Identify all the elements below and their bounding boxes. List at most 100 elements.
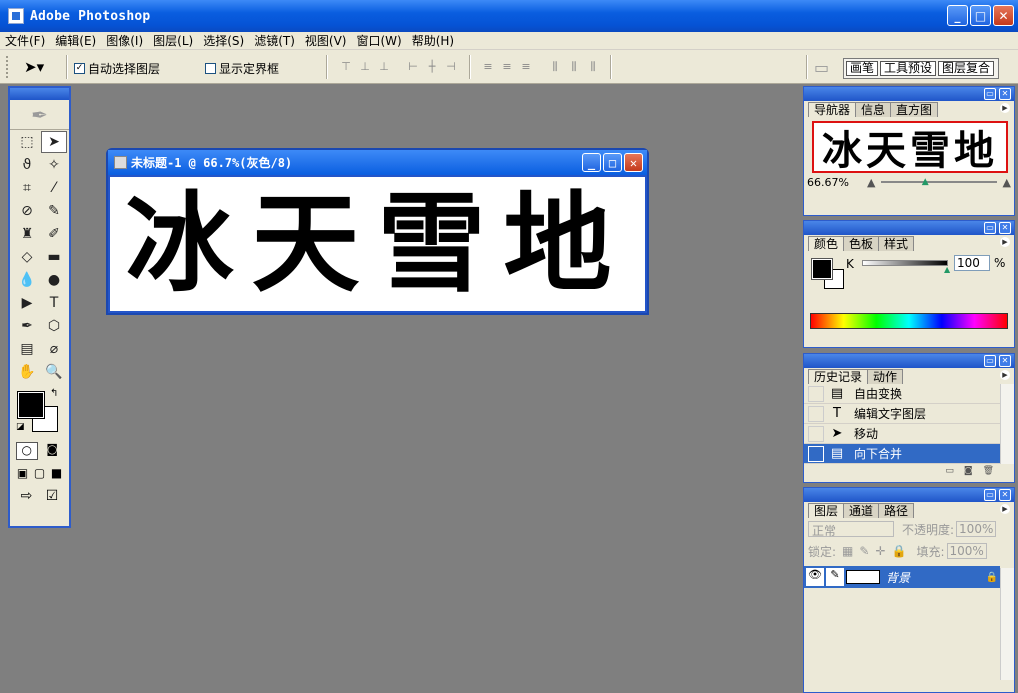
history-brush-tool-icon[interactable]: ✐: [41, 223, 67, 245]
swap-colors-icon[interactable]: ↰: [50, 388, 58, 399]
lasso-tool-icon[interactable]: ϑ: [14, 154, 40, 176]
panel-menu-icon[interactable]: ▶: [1000, 237, 1010, 247]
eraser-tool-icon[interactable]: ◇: [14, 246, 40, 268]
layer-brush-icon[interactable]: ✎: [826, 568, 844, 586]
lock-transparent-icon[interactable]: ▦: [842, 544, 853, 558]
file-browser-icon[interactable]: ▭: [814, 58, 829, 77]
distribute-bottom-icon[interactable]: ≡: [518, 60, 534, 74]
navigator-thumbnail[interactable]: 冰天雪地: [812, 121, 1008, 174]
eyedropper-tool-icon[interactable]: ⌀: [41, 338, 67, 360]
brush-tool-icon[interactable]: ✎: [41, 200, 67, 222]
history-item[interactable]: ➤ 移动: [804, 424, 1014, 444]
tab-styles[interactable]: 样式: [878, 236, 915, 251]
align-bottom-icon[interactable]: ⊥: [376, 60, 392, 74]
tab-channels[interactable]: 通道: [843, 503, 880, 518]
clone-stamp-tool-icon[interactable]: ♜: [14, 223, 40, 245]
tab-layers[interactable]: 图层: [808, 503, 845, 518]
tab-info[interactable]: 信息: [855, 102, 892, 117]
well-brushes[interactable]: 画笔: [846, 61, 879, 76]
doc-close-button[interactable]: ✕: [624, 153, 643, 172]
lock-image-icon[interactable]: ✎: [859, 544, 869, 558]
history-panel-header[interactable]: ▭ ✕: [804, 354, 1014, 368]
gradient-tool-icon[interactable]: ▬: [41, 246, 67, 268]
feather-logo-icon[interactable]: ✒: [10, 100, 69, 130]
imageready-icon[interactable]: ☑: [46, 488, 59, 504]
blend-mode-select[interactable]: 正常: [808, 521, 894, 538]
maximize-button[interactable]: □: [970, 5, 991, 26]
slice-tool-icon[interactable]: ⁄: [41, 177, 67, 199]
panel-menu-icon[interactable]: ▶: [1000, 103, 1010, 113]
panel-close-button[interactable]: ✕: [999, 88, 1011, 100]
menu-edit[interactable]: 编辑(E): [50, 32, 101, 49]
minimize-button[interactable]: _: [947, 5, 968, 26]
distribute-top-icon[interactable]: ≡: [480, 60, 496, 74]
navigator-zoom-field[interactable]: 66.67%: [807, 176, 861, 189]
zoom-tool-icon[interactable]: 🔍: [41, 361, 67, 383]
k-slider-thumb-icon[interactable]: ▲: [944, 265, 950, 274]
lock-position-icon[interactable]: ✛: [875, 544, 885, 558]
tab-swatches[interactable]: 色板: [843, 236, 880, 251]
opacity-field[interactable]: 100%: [956, 521, 997, 537]
hand-tool-icon[interactable]: ✋: [14, 361, 40, 383]
doc-maximize-button[interactable]: □: [603, 153, 622, 172]
auto-select-checkbox[interactable]: ✓ 自动选择图层: [74, 60, 160, 77]
history-item[interactable]: ▤ 自由变换: [804, 384, 1014, 404]
panel-minimize-button[interactable]: ▭: [984, 489, 996, 501]
quick-mask-icon[interactable]: ◙: [41, 442, 63, 460]
tab-paths[interactable]: 路径: [878, 503, 915, 518]
standard-mode-icon[interactable]: ○: [15, 442, 38, 460]
menu-window[interactable]: 窗口(W): [351, 32, 406, 49]
foreground-color-swatch[interactable]: [17, 391, 45, 419]
history-item-active[interactable]: ▤ 向下合并: [804, 444, 1014, 464]
zoom-out-icon[interactable]: ▲: [867, 176, 875, 189]
history-scrollbar[interactable]: [1000, 384, 1014, 464]
screen-mode-full-icon[interactable]: ■: [51, 466, 62, 480]
distribute-left-icon[interactable]: ⫼: [547, 60, 563, 74]
panel-minimize-button[interactable]: ▭: [984, 355, 996, 367]
tab-actions[interactable]: 动作: [867, 369, 904, 384]
tab-navigator[interactable]: 导航器: [808, 102, 857, 117]
layer-visibility-eye-icon[interactable]: 👁: [806, 568, 824, 586]
document-canvas[interactable]: 冰天雪地: [110, 177, 645, 311]
new-document-from-state-icon[interactable]: ▭: [945, 466, 954, 476]
k-slider[interactable]: [862, 260, 948, 266]
new-snapshot-icon[interactable]: ◙: [964, 466, 973, 476]
well-layer-comps[interactable]: 图层复合: [938, 61, 995, 76]
crop-tool-icon[interactable]: ⌗: [14, 177, 40, 199]
options-grip[interactable]: [6, 56, 12, 78]
lock-all-icon[interactable]: 🔒: [892, 544, 907, 558]
show-bounds-checkbox[interactable]: 显示定界框: [205, 60, 279, 77]
align-left-icon[interactable]: ⊢: [405, 60, 421, 74]
toolbox-header[interactable]: [10, 88, 69, 100]
layers-panel-header[interactable]: ▭ ✕: [804, 488, 1014, 502]
menu-help[interactable]: 帮助(H): [407, 32, 459, 49]
panel-minimize-button[interactable]: ▭: [984, 222, 996, 234]
panel-minimize-button[interactable]: ▭: [984, 88, 996, 100]
color-ramp[interactable]: [810, 313, 1008, 329]
history-item[interactable]: T 编辑文字图层: [804, 404, 1014, 424]
color-panel-header[interactable]: ▭ ✕: [804, 221, 1014, 235]
magic-wand-tool-icon[interactable]: ✧: [41, 154, 67, 176]
screen-mode-full-menu-icon[interactable]: ▢: [34, 466, 45, 480]
panel-menu-icon[interactable]: ▶: [1000, 370, 1010, 380]
marquee-tool-icon[interactable]: ⬚: [14, 131, 40, 153]
menu-select[interactable]: 选择(S): [198, 32, 249, 49]
document-titlebar[interactable]: 未标题-1 @ 66.7%(灰色/8) _ □ ✕: [108, 150, 647, 175]
notes-tool-icon[interactable]: ▤: [14, 338, 40, 360]
menu-filter[interactable]: 滤镜(T): [249, 32, 300, 49]
distribute-hcenter-icon[interactable]: ⫼: [566, 60, 582, 74]
default-colors-icon[interactable]: ◪: [16, 422, 25, 432]
pen-tool-icon[interactable]: ✒: [14, 315, 40, 337]
jump-to-imageready-icon[interactable]: ⇨: [21, 488, 33, 504]
close-button[interactable]: ✕: [993, 5, 1014, 26]
menu-image[interactable]: 图像(I): [101, 32, 148, 49]
panel-close-button[interactable]: ✕: [999, 489, 1011, 501]
move-tool-icon[interactable]: ➤: [41, 131, 67, 153]
align-hcenter-icon[interactable]: ┼: [424, 60, 440, 74]
blur-tool-icon[interactable]: 💧: [14, 269, 40, 291]
distribute-vcenter-icon[interactable]: ≡: [499, 60, 515, 74]
k-value-field[interactable]: 100: [954, 255, 990, 271]
healing-brush-tool-icon[interactable]: ⊘: [14, 200, 40, 222]
fill-field[interactable]: 100%: [946, 543, 987, 559]
move-tool-preset-icon[interactable]: ➤▾: [24, 58, 44, 76]
